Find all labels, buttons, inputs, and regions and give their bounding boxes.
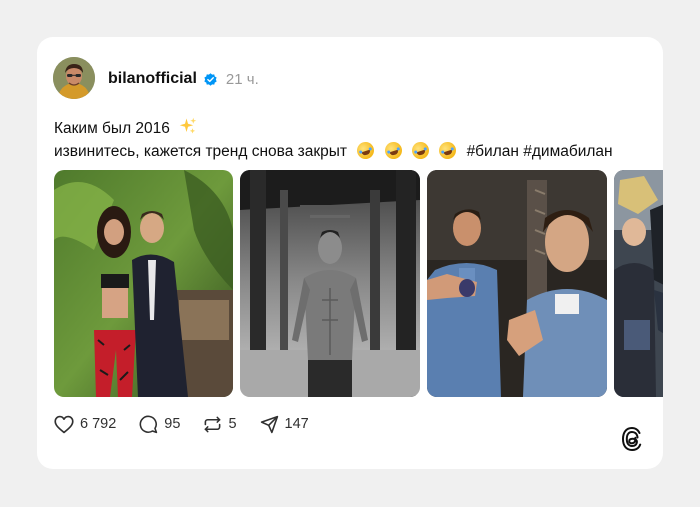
sparkles-emoji-icon [179,117,197,134]
hashtags[interactable]: #билан #димабилан [467,143,613,160]
rolling-laughing-emoji-icon [382,139,404,162]
repost-count: 5 [228,416,237,432]
post-card: bilanofficial 21 ч. Каким был 2016 извин… [37,37,663,469]
share-button[interactable]: 147 [260,415,309,434]
photo-4-image [614,170,663,397]
avatar[interactable] [53,57,95,99]
rolling-laughing-emoji-icon [409,139,432,162]
share-count: 147 [284,416,309,432]
heart-icon [54,415,74,433]
rolling-laughing-emoji-icon [437,139,459,162]
like-count: 6 792 [80,416,117,432]
photo-2[interactable] [240,170,420,397]
post-time: 21 ч. [225,70,259,88]
speech-bubble-icon [139,415,158,433]
photo-3-image [427,170,607,397]
photo-carousel[interactable] [54,170,663,397]
verified-badge-icon [204,72,217,86]
reply-button[interactable]: 95 [139,415,180,434]
post-text-line-1: Каким был 2016 [54,117,613,140]
photo-2-image [240,170,420,397]
like-button[interactable]: 6 792 [54,415,116,434]
photo-4[interactable] [614,170,663,397]
threads-logo-icon[interactable] [620,426,644,452]
reply-count: 95 [164,416,181,432]
post-text: Каким был 2016 извинитесь, кажется тренд… [54,117,613,163]
repost-icon [205,416,221,432]
photo-1[interactable] [54,170,233,397]
username[interactable]: bilanofficial [108,70,197,88]
post-actions: 6 792 95 5 147 [54,414,332,434]
photo-3[interactable] [427,170,607,397]
photo-1-image [54,170,233,397]
post-text-line-2: извинитесь, кажется тренд снова закрыт #… [54,139,613,163]
send-icon [260,415,278,433]
avatar-image [53,57,95,99]
rolling-laughing-emoji-icon [355,139,377,162]
post-header: bilanofficial 21 ч. [108,68,259,90]
repost-button[interactable]: 5 [203,415,237,434]
